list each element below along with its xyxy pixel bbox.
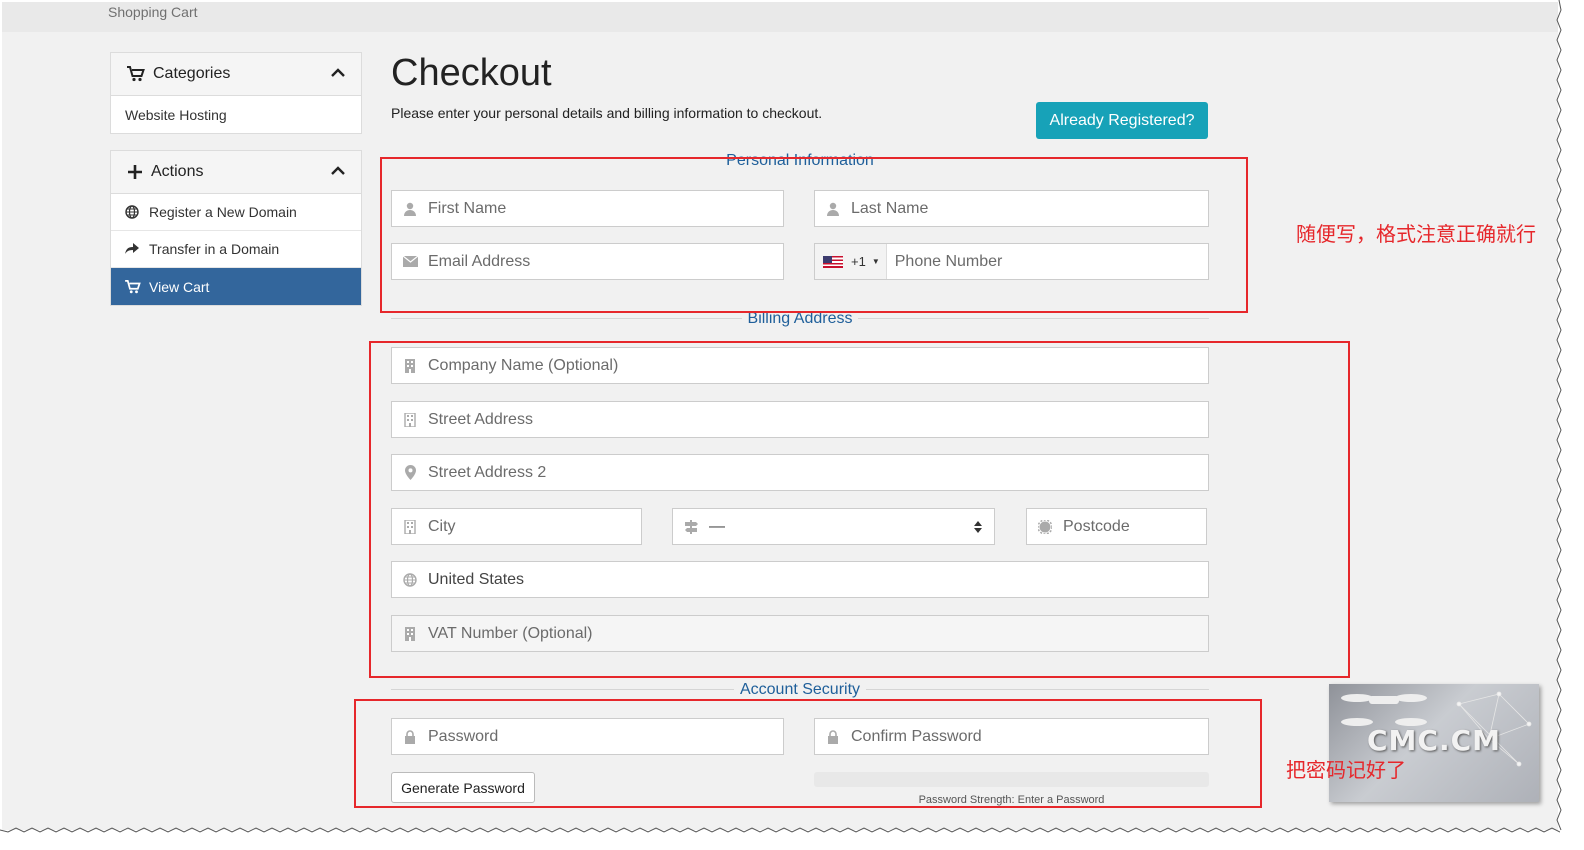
actions-header[interactable]: Actions xyxy=(111,151,361,194)
actions-title: Actions xyxy=(151,163,204,180)
torn-edge-bottom xyxy=(0,827,1560,833)
annotation-box-security xyxy=(354,699,1262,808)
sidebar-item-view-cart[interactable]: View Cart xyxy=(111,268,361,305)
already-registered-button[interactable]: Already Registered? xyxy=(1036,102,1208,139)
cart-icon xyxy=(125,279,149,294)
chevron-up-icon[interactable] xyxy=(331,163,345,181)
page-frame: Shopping Cart Categories Website Hosting… xyxy=(2,2,1558,830)
watermark-logo: CMC.CM xyxy=(1329,684,1539,802)
actions-panel: Actions Register a New Domain Transfer i… xyxy=(110,150,362,306)
plus-icon xyxy=(127,164,147,180)
page-title: Checkout xyxy=(391,52,552,94)
sidebar-item-website-hosting[interactable]: Website Hosting xyxy=(111,96,361,133)
chevron-up-icon[interactable] xyxy=(331,65,345,83)
page-subtitle: Please enter your personal details and b… xyxy=(391,105,823,121)
breadcrumb[interactable]: Shopping Cart xyxy=(108,4,198,20)
cart-icon xyxy=(127,66,147,82)
section-title-security: Account Security xyxy=(391,681,1209,699)
annotation-note-1: 随便写，格式注意正确就行 xyxy=(1296,222,1536,246)
torn-edge-right xyxy=(1556,0,1562,831)
globe-icon xyxy=(125,205,149,219)
categories-panel: Categories Website Hosting xyxy=(110,52,362,134)
annotation-note-2: 把密码记好了 xyxy=(1286,758,1406,782)
sidebar-item-register-domain[interactable]: Register a New Domain xyxy=(111,194,361,231)
categories-title: Categories xyxy=(153,65,231,82)
annotation-box-personal xyxy=(380,157,1248,313)
categories-header[interactable]: Categories xyxy=(111,53,361,96)
annotation-box-billing xyxy=(369,341,1350,678)
top-bar: Shopping Cart xyxy=(2,2,1558,32)
share-arrow-icon xyxy=(125,243,149,255)
sidebar-item-transfer-domain[interactable]: Transfer in a Domain xyxy=(111,231,361,268)
